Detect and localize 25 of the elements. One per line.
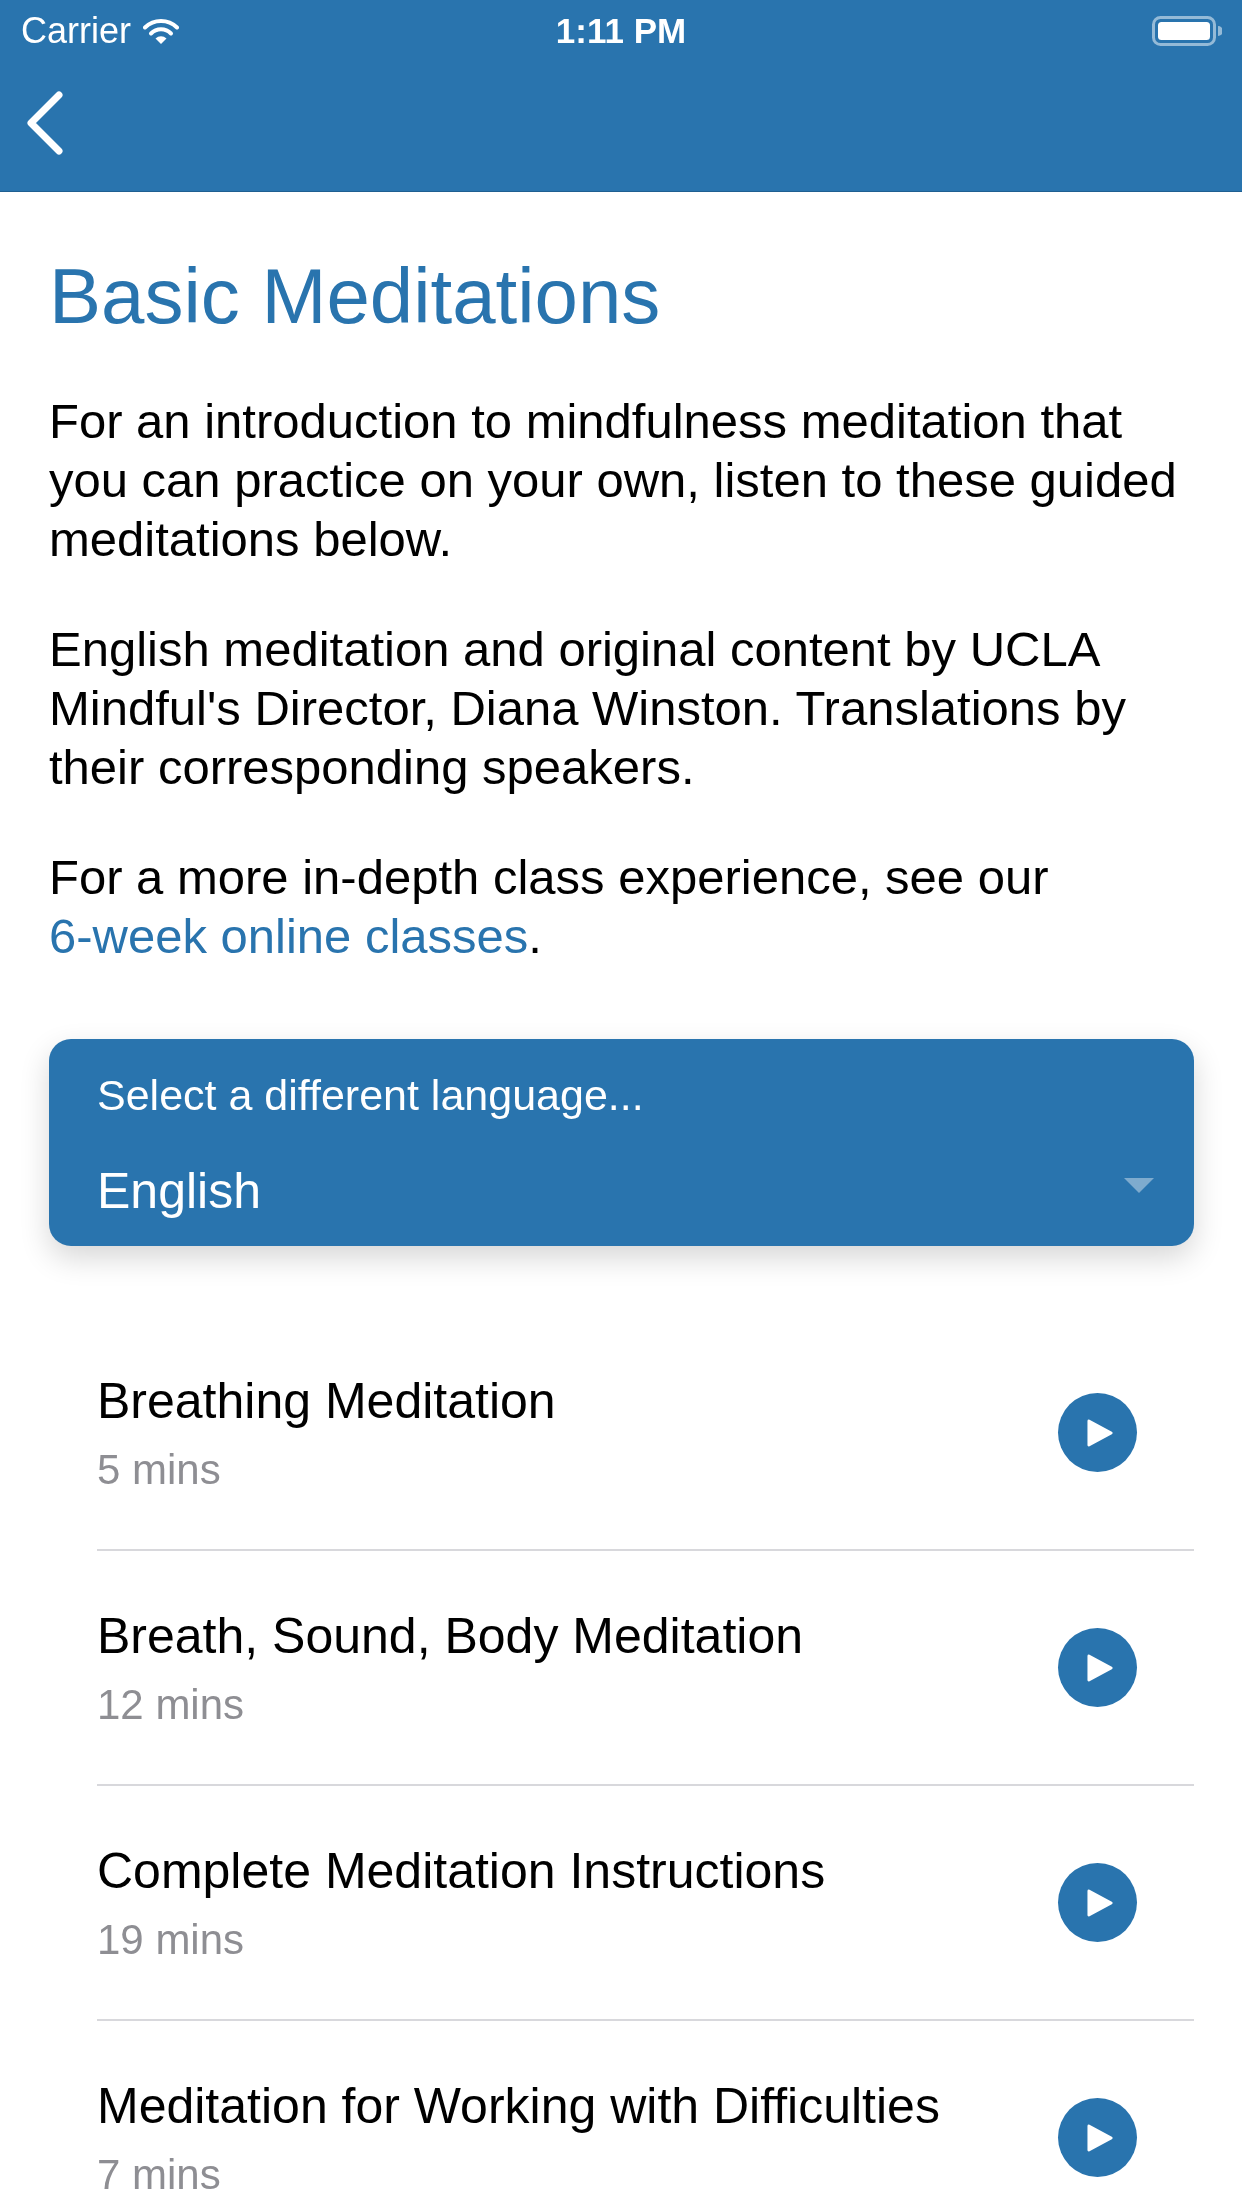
meditation-title[interactable]: Breathing Meditation bbox=[97, 1373, 556, 1429]
chevron-left-icon bbox=[26, 90, 64, 155]
inline-link[interactable]: 6-week online classes bbox=[49, 909, 529, 963]
caret-down-icon bbox=[1124, 1177, 1154, 1193]
meditation-title[interactable]: Meditation for Working with Difficulties bbox=[97, 2078, 940, 2134]
meditation-title[interactable]: Breath, Sound, Body Meditation bbox=[97, 1608, 803, 1664]
battery-icon bbox=[1152, 16, 1222, 46]
page-title: Basic Meditations bbox=[49, 254, 662, 338]
play-icon bbox=[1087, 2123, 1113, 2152]
paragraph: English meditation and original content by UCLA Mindful's Director, Diana Winston. Translations by their corresponding speakers. bbox=[49, 621, 1127, 796]
duration-label: 5 mins bbox=[97, 1445, 222, 1495]
play-icon bbox=[1087, 1418, 1113, 1447]
clock-time: 1:11 PM bbox=[555, 10, 687, 52]
language-select[interactable]: Select a different language... English bbox=[49, 1039, 1194, 1246]
meditation-title[interactable]: Complete Meditation Instructions bbox=[97, 1843, 826, 1899]
back-button[interactable] bbox=[26, 90, 64, 155]
duration-label: 7 mins bbox=[97, 2150, 222, 2200]
duration-label: 19 mins bbox=[97, 1915, 246, 1965]
play-icon bbox=[1087, 1888, 1113, 1917]
paragraph: For an introduction to mindfulness meditation that you can practice on your own, listen to these guided meditations below. bbox=[49, 393, 1178, 568]
duration-label: 12 mins bbox=[97, 1680, 246, 1730]
wifi-icon bbox=[143, 18, 179, 44]
play-icon bbox=[1087, 1653, 1113, 1682]
carrier-label: Carrier bbox=[21, 9, 131, 53]
paragraph: For a more in-depth class experience, see our 6-week online classes. bbox=[49, 849, 1050, 965]
